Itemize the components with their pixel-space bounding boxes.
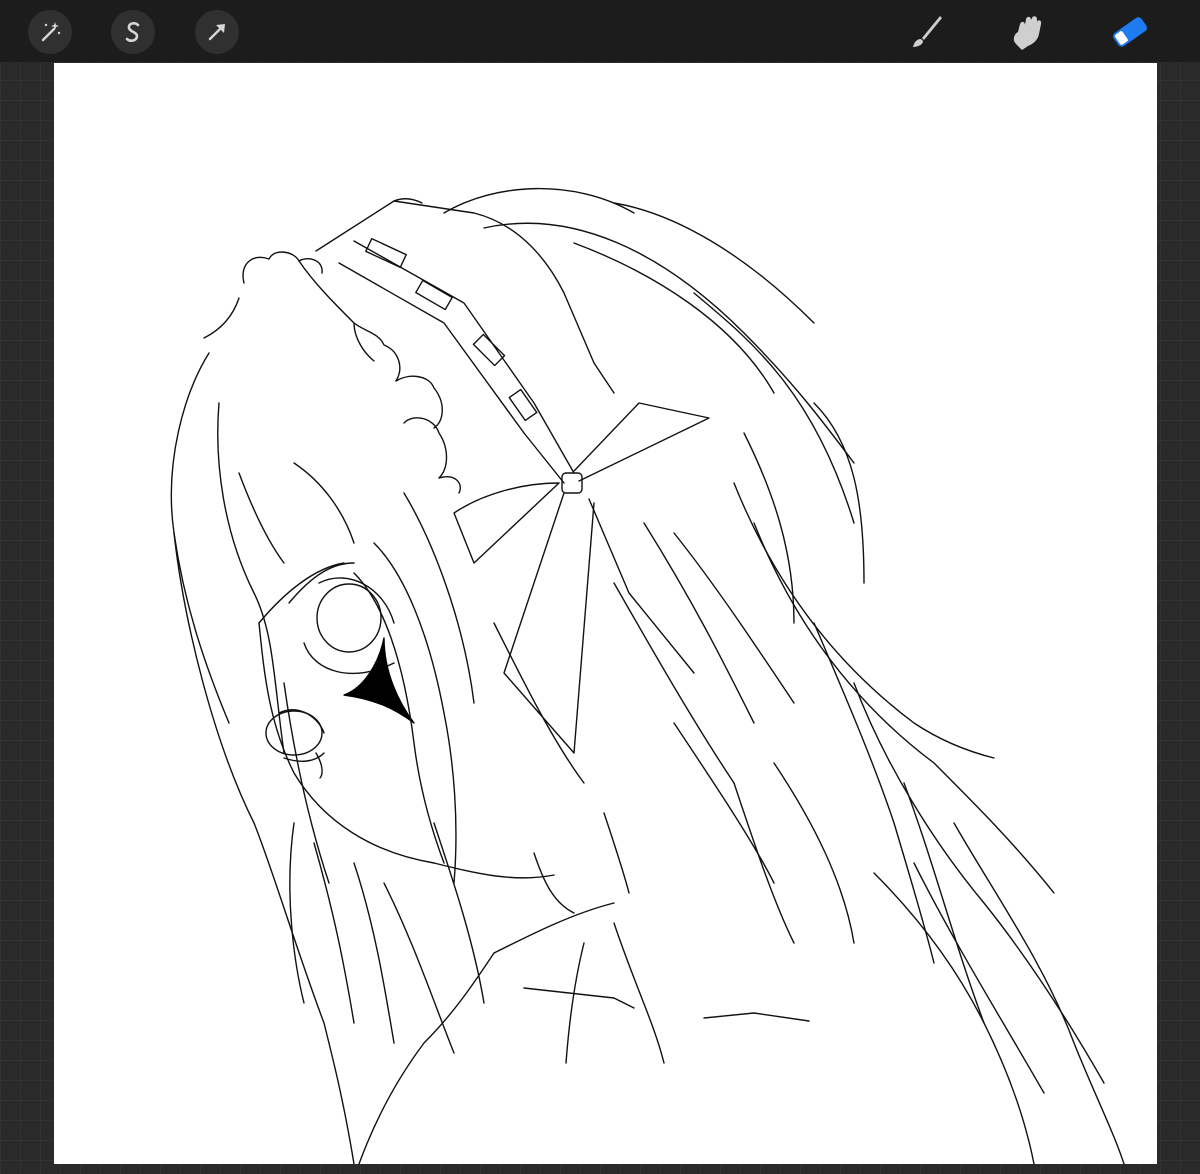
top-toolbar bbox=[0, 0, 1200, 62]
finger-smudge-icon bbox=[1013, 16, 1042, 50]
smudge-tool-button[interactable] bbox=[1006, 10, 1050, 54]
transform-button[interactable] bbox=[195, 10, 239, 54]
line-art-illustration bbox=[170, 187, 1125, 1164]
selection-s-icon bbox=[125, 22, 140, 42]
adjustments-button[interactable] bbox=[28, 10, 72, 54]
drawing-canvas[interactable] bbox=[54, 63, 1157, 1164]
magic-wand-icon bbox=[41, 22, 61, 42]
arrow-cursor-icon bbox=[208, 24, 225, 41]
brush-icon bbox=[913, 16, 942, 47]
eraser-tool-button[interactable] bbox=[1108, 10, 1152, 54]
selection-button[interactable] bbox=[111, 10, 155, 54]
brush-tool-button[interactable] bbox=[904, 10, 948, 54]
eraser-icon bbox=[1113, 17, 1147, 47]
